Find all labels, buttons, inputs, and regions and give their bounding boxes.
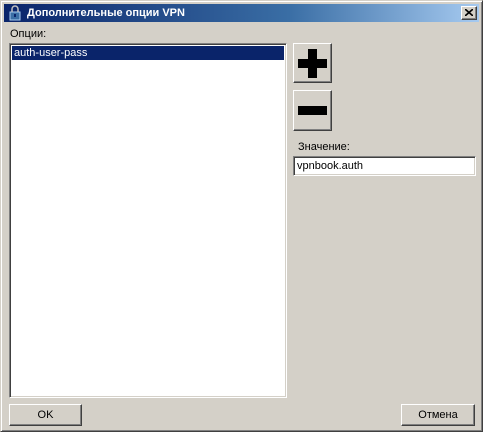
ok-button[interactable]: OK (9, 404, 82, 426)
vpn-options-dialog: Дополнительные опции VPN Опции: auth-use… (0, 0, 483, 432)
list-item[interactable]: auth-user-pass (12, 46, 284, 60)
value-label: Значение: (298, 141, 350, 153)
window-title: Дополнительные опции VPN (27, 7, 185, 19)
options-listbox[interactable]: auth-user-pass (9, 43, 287, 398)
app-lock-icon (9, 5, 21, 21)
value-field[interactable]: vpnbook.auth (293, 156, 476, 176)
title-bar[interactable]: Дополнительные опции VPN (4, 4, 479, 22)
close-icon (465, 9, 473, 16)
plus-icon (298, 49, 327, 78)
cancel-button-label: Отмена (418, 409, 458, 421)
add-option-button[interactable] (293, 43, 332, 83)
list-item-label: auth-user-pass (14, 47, 88, 59)
ok-button-label: OK (37, 409, 54, 421)
close-button[interactable] (461, 6, 477, 20)
remove-option-button[interactable] (293, 90, 332, 131)
options-label: Опции: (10, 28, 47, 40)
minus-icon (298, 106, 327, 115)
value-field-text: vpnbook.auth (297, 160, 364, 172)
cancel-button[interactable]: Отмена (401, 404, 475, 426)
